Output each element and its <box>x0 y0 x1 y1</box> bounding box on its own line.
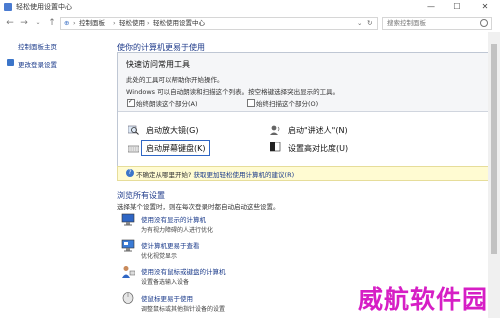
browse-item-without-mouse-keyboard[interactable]: 使用没有鼠标或键盘的计算机 <box>141 266 226 276</box>
quick-access-line1: 此处的工具可以帮助你开始操作。 <box>126 76 224 84</box>
quick-access-panel: 快速访问常用工具 此处的工具可以帮助你开始操作。 Windows 可以自动朗读和… <box>117 52 490 181</box>
shield-icon <box>7 59 14 66</box>
quick-access-header: 快速访问常用工具 此处的工具可以帮助你开始操作。 Windows 可以自动朗读和… <box>118 53 489 112</box>
chevron-right-icon: › <box>113 19 116 27</box>
mouse-icon <box>122 292 134 304</box>
crumb-ease-of-access-center[interactable]: 轻松使用设置中心 <box>153 18 205 29</box>
browse-item-without-mouse-keyboard-desc: 设置备选输入设备 <box>141 279 190 286</box>
focus-outline <box>141 140 210 156</box>
get-recommendations-link[interactable]: 获取更加轻松使用计算机的建议(R) <box>194 171 295 179</box>
browse-item-easier-to-see[interactable]: 使计算机更易于查看 <box>141 240 200 250</box>
recent-dropdown-icon[interactable]: ⌄ <box>32 17 44 29</box>
person-computer-icon <box>122 266 135 278</box>
control-panel-icon: ⊕ <box>64 19 70 27</box>
window-title: 轻松使用设置中心 <box>16 3 72 11</box>
scan-section-label: 始终扫描这个部分(O) <box>256 100 319 108</box>
refresh-icon[interactable]: ↻ <box>367 18 372 29</box>
breadcrumb[interactable]: ⊕ › 控制面板 › 轻松使用 › 轻松使用设置中心 ⌄ ↻ <box>60 17 378 30</box>
browse-item-mouse-easier-desc: 调整鼠标或其他指针设备的设置 <box>141 306 226 313</box>
suggestion-prefix: 不确定从哪里开始? <box>136 171 192 179</box>
search-placeholder: 搜索控制面板 <box>387 19 426 27</box>
start-magnifier-button[interactable]: 启动放大镜(G) <box>146 125 198 136</box>
nav-control-panel-home[interactable]: 控制面板主页 <box>18 41 57 51</box>
address-bar: ← → ⌄ ↑ ⊕ › 控制面板 › 轻松使用 › 轻松使用设置中心 ⌄ ↻ 搜… <box>0 14 500 32</box>
crumb-control-panel[interactable]: 控制面板 <box>79 18 105 29</box>
up-icon[interactable]: ↑ <box>46 17 58 29</box>
monitor-view-icon <box>121 239 135 252</box>
read-section-checkbox[interactable] <box>127 98 135 107</box>
nav-change-sign-in-settings[interactable]: 更改登录设置 <box>18 59 57 69</box>
back-icon[interactable]: ← <box>4 17 16 29</box>
search-input[interactable]: 搜索控制面板 <box>382 17 492 30</box>
browse-item-mouse-easier[interactable]: 使鼠标更易于使用 <box>141 293 193 303</box>
monitor-icon <box>121 213 135 226</box>
chevron-right-icon: › <box>147 19 150 27</box>
watermark: 威航软件园 <box>358 285 489 314</box>
quick-access-title: 快速访问常用工具 <box>126 60 190 69</box>
magnifier-icon <box>128 125 139 135</box>
contrast-icon <box>270 142 281 152</box>
maximize-button[interactable]: ☐ <box>446 0 468 14</box>
scrollbar[interactable] <box>488 32 500 318</box>
read-section-label: 始终朗读这个部分(A) <box>136 100 198 108</box>
scrollbar-thumb[interactable] <box>491 44 497 254</box>
set-high-contrast-button[interactable]: 设置高对比度(U) <box>288 143 348 154</box>
close-button[interactable]: ✕ <box>474 0 496 14</box>
forward-icon[interactable]: → <box>18 17 30 29</box>
minimize-button[interactable]: — <box>420 0 442 14</box>
help-icon: ? <box>126 169 134 177</box>
address-dropdown-icon[interactable]: ⌄ <box>357 18 362 29</box>
browse-item-easier-to-see-desc: 优化视觉显示 <box>141 253 178 260</box>
browse-settings-desc: 选择某个设置时，则在每次登录时都自动启动这些设置。 <box>117 203 280 211</box>
narrator-icon <box>270 125 280 135</box>
quick-access-line2: Windows 可以自动朗读和扫描这个列表。按空格键选择突出显示的工具。 <box>126 88 340 96</box>
title-bar: 轻松使用设置中心 — ☐ ✕ <box>0 0 500 15</box>
accessibility-center-icon <box>4 3 12 11</box>
chevron-right-icon: › <box>73 19 76 27</box>
scan-section-checkbox[interactable] <box>247 99 255 107</box>
search-icon <box>480 19 488 27</box>
browse-settings-title: 浏览所有设置 <box>117 191 165 200</box>
browse-item-without-display[interactable]: 使用没有显示的计算机 <box>141 214 206 224</box>
crumb-ease-of-access[interactable]: 轻松使用 <box>119 18 145 29</box>
start-narrator-button[interactable]: 启动"讲述人"(N) <box>288 125 348 136</box>
suggestion-bar: ? 不确定从哪里开始? 获取更加轻松使用计算机的建议(R) <box>117 166 490 181</box>
keyboard-icon <box>128 145 139 153</box>
browse-item-without-display-desc: 为有视力障碍的人进行优化 <box>141 227 214 234</box>
